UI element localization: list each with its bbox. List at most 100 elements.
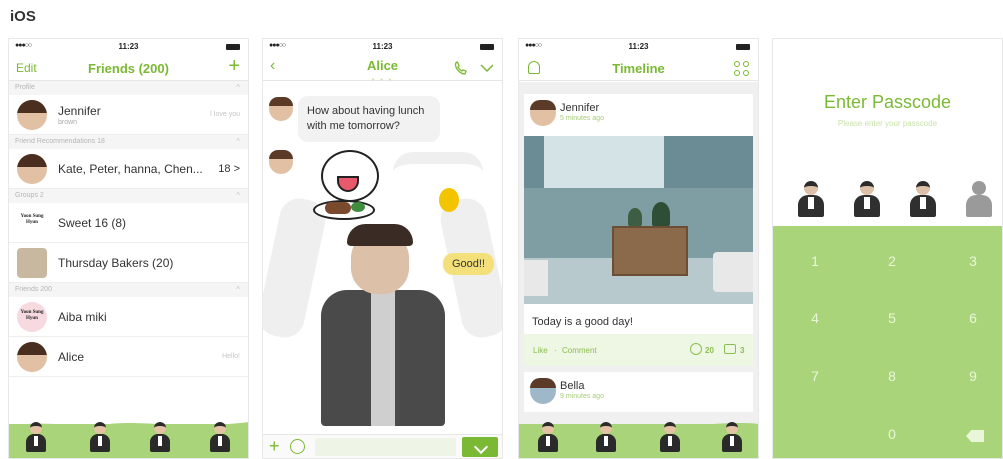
recommendations-row[interactable]: Kate, Peter, hanna, Chen... 18 >	[9, 149, 248, 189]
section-header-friends[interactable]: Friends 200	[9, 283, 248, 297]
send-button[interactable]	[462, 437, 498, 457]
author-avatar[interactable]	[530, 100, 556, 126]
status-bar: ●●●○○ 11:23	[9, 39, 248, 55]
post-time: 5 minutes ago	[560, 115, 604, 122]
timeline-screen: ●●●○○ 11:23 Timeline Jennifer 5 minutes …	[518, 38, 759, 459]
page-title: Friends (200)	[88, 61, 169, 76]
friends-screen: ●●●○○ 11:23 Edit Friends (200) + Profile…	[8, 38, 249, 459]
outgoing-message: Good!!	[442, 253, 494, 275]
keypad: 1 2 3 4 5 6 7 8 9 0	[773, 226, 1002, 458]
status-bar: ●●●○○ 11:23	[519, 39, 758, 55]
chat-area[interactable]: How about having lunch with me tomorrow?…	[263, 82, 502, 434]
tab-more-icon[interactable]	[721, 422, 743, 454]
nav-bar: Edit Friends (200) +	[9, 55, 248, 81]
status-time: 11:23	[372, 42, 393, 51]
group-row[interactable]: Thursday Bakers (20)	[9, 243, 248, 283]
tab-more-icon[interactable]	[209, 422, 231, 454]
passcode-screen: Enter Passcode Please enter your passcod…	[772, 38, 1003, 459]
phone-icon[interactable]	[454, 61, 468, 75]
tab-chats-icon[interactable]	[89, 422, 111, 454]
nav-bar: ‹ Alice ● ● ●	[263, 55, 502, 83]
add-friend-button[interactable]: +	[228, 56, 240, 76]
smile-icon[interactable]	[690, 343, 702, 355]
group-row[interactable]: Yoon Sung Hyun Sweet 16 (8)	[9, 203, 248, 243]
like-button[interactable]: Like	[533, 346, 548, 355]
sender-avatar[interactable]	[269, 97, 293, 121]
section-header-recommendations[interactable]: Friend Recommendations 18	[9, 135, 248, 149]
author-avatar[interactable]	[530, 378, 556, 404]
key-3[interactable]: 3	[953, 253, 993, 277]
key-9[interactable]: 9	[953, 368, 993, 392]
friend-row[interactable]: Alice Hello!	[9, 337, 248, 377]
battery-icon	[736, 44, 750, 50]
group-name: Thursday Bakers (20)	[58, 255, 174, 270]
incoming-message: How about having lunch with me tomorrow?	[298, 96, 440, 142]
post-actions: Like · Comment 20 3	[524, 334, 753, 366]
avatar	[17, 341, 47, 372]
tab-bar	[519, 414, 758, 458]
avatar	[17, 153, 47, 184]
post-caption: Today is a good day!	[532, 316, 633, 328]
passcode-subtitle: Please enter your passcode	[837, 119, 938, 128]
grid-icon[interactable]	[734, 61, 750, 77]
section-header-groups[interactable]: Groups 2	[9, 189, 248, 203]
tab-bar	[9, 414, 248, 458]
battery-icon	[226, 44, 240, 50]
profile-row[interactable]: Jennifer brown I love you	[9, 95, 248, 135]
timeline-post[interactable]: Bella 9 minutes ago	[524, 372, 753, 412]
timeline-title: Timeline	[612, 61, 665, 76]
action-separator: ·	[554, 346, 557, 355]
key-2[interactable]: 2	[872, 253, 912, 277]
key-6[interactable]: 6	[953, 310, 993, 334]
passcode-slot-filled	[791, 179, 831, 221]
key-5[interactable]: 5	[872, 310, 912, 334]
input-bar: +	[263, 434, 502, 458]
passcode-slot-filled	[847, 179, 887, 221]
key-8[interactable]: 8	[872, 368, 912, 392]
post-photo[interactable]	[524, 136, 753, 304]
status-bar: ●●●○○ 11:23	[263, 39, 502, 55]
tab-friends-icon[interactable]	[25, 422, 47, 454]
heart-arms	[393, 152, 483, 172]
nav-bar: Timeline	[519, 55, 758, 81]
key-7[interactable]: 7	[795, 368, 835, 392]
comment-button[interactable]: Comment	[562, 346, 597, 355]
avatar	[17, 99, 47, 130]
battery-icon	[480, 44, 494, 50]
key-0[interactable]: 0	[872, 426, 912, 450]
post-time: 9 minutes ago	[560, 393, 604, 400]
post-author[interactable]: Jennifer	[560, 102, 599, 114]
backspace-icon[interactable]	[966, 430, 984, 442]
passcode-title: Enter Passcode	[823, 92, 952, 112]
emoji-icon[interactable]	[290, 439, 305, 454]
group-logo: Yoon Sung Hyun	[17, 207, 47, 238]
status-message: Hello!	[222, 353, 240, 360]
passcode-slots	[791, 179, 1001, 221]
passcode-slot-filled	[903, 179, 943, 221]
chevron-down-icon[interactable]	[480, 63, 494, 73]
chat-screen: ●●●○○ 11:23 ‹ Alice ● ● ● How about havi…	[262, 38, 503, 459]
comment-icon[interactable]	[724, 344, 736, 354]
key-1[interactable]: 1	[795, 253, 835, 277]
reaction-count: 20	[705, 346, 714, 355]
attach-button[interactable]: +	[269, 436, 280, 456]
status-time: 11:23	[628, 42, 649, 51]
group-avatar-cat	[17, 247, 47, 278]
section-header-profile[interactable]: Profile	[9, 81, 248, 95]
tab-timeline-icon[interactable]	[149, 422, 171, 454]
recommendation-names: Kate, Peter, hanna, Chen...	[58, 161, 203, 176]
tab-chats-icon[interactable]	[595, 422, 617, 454]
friend-logo: Yoon Sung Hyun	[17, 301, 47, 332]
friend-row[interactable]: Yoon Sung Hyun Aiba miki	[9, 297, 248, 337]
app-showcase: iOS ●●●○○ 11:23 Edit Friends (200) + Pro…	[0, 0, 1003, 459]
post-author[interactable]: Bella	[560, 380, 584, 392]
message-input[interactable]	[315, 438, 456, 456]
comment-count: 3	[740, 346, 745, 355]
tab-friends-icon[interactable]	[537, 422, 559, 454]
timeline-post[interactable]: Jennifer 5 minutes ago Today is a good d…	[524, 94, 753, 366]
friend-status: brown	[58, 118, 78, 126]
food-sticker	[311, 150, 459, 230]
passcode-slot-empty	[959, 179, 999, 221]
key-4[interactable]: 4	[795, 310, 835, 334]
tab-timeline-icon[interactable]	[659, 422, 681, 454]
